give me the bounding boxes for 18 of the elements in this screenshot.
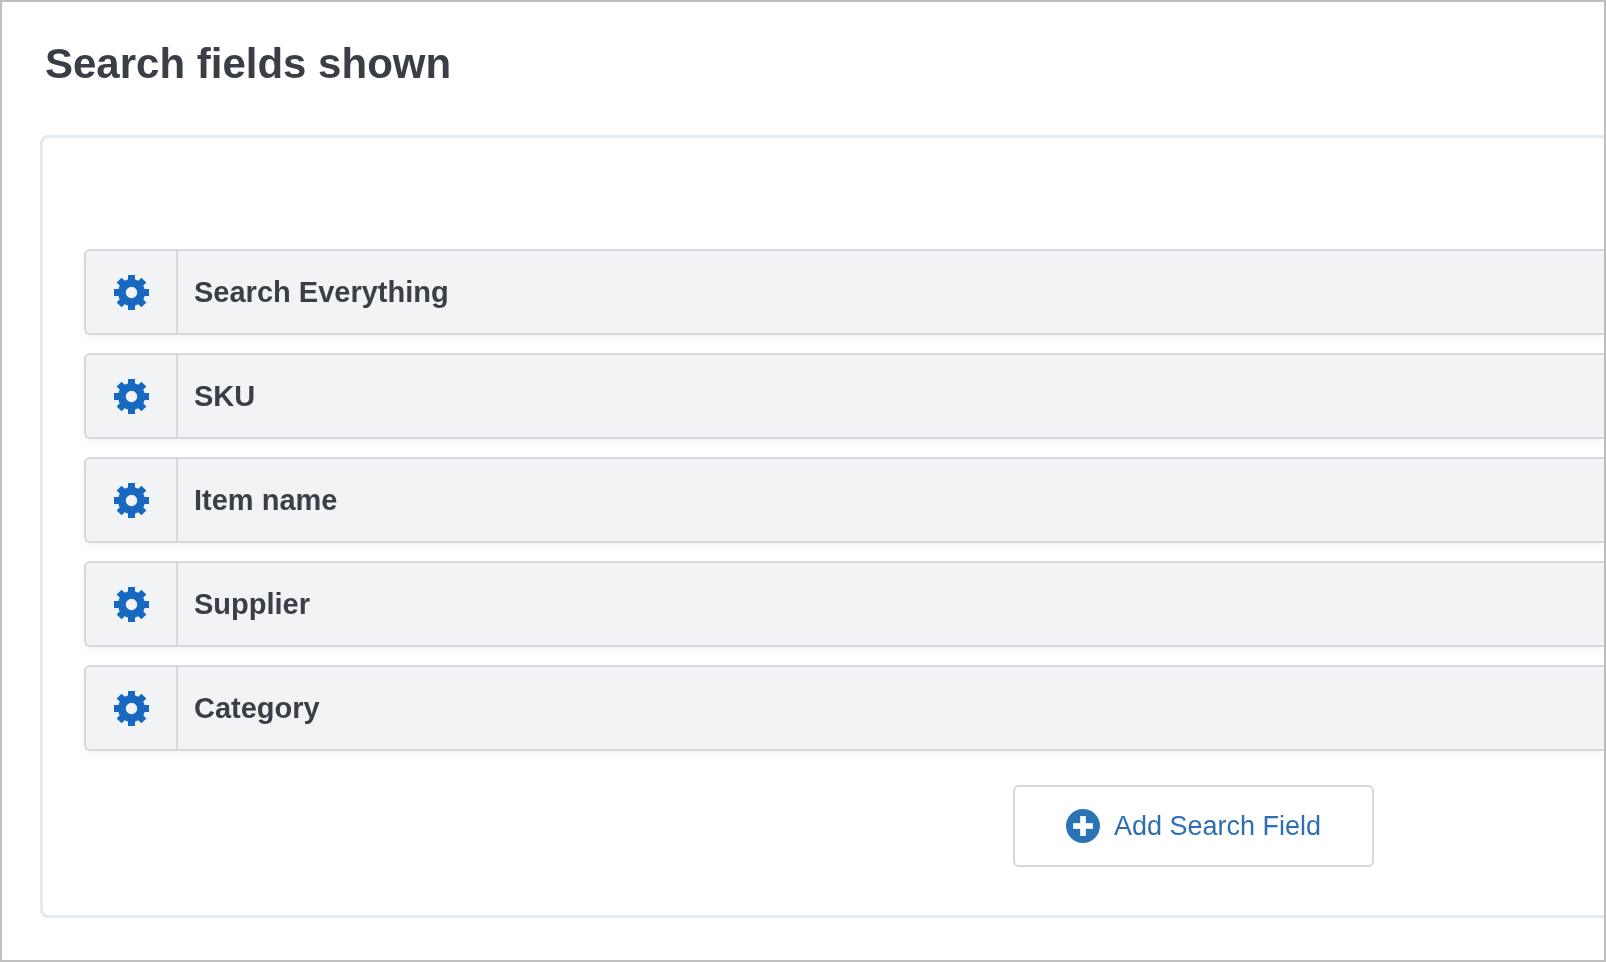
field-label: SKU	[194, 378, 256, 414]
gear-icon	[113, 690, 149, 726]
plus-circle-icon	[1065, 809, 1100, 843]
add-search-field-button[interactable]: Add Search Field	[1013, 785, 1374, 867]
field-label: Category	[194, 690, 320, 726]
search-field-row[interactable]: SKU	[84, 353, 1604, 439]
field-label: Item name	[194, 482, 338, 518]
search-field-row[interactable]: Search Everything	[84, 249, 1604, 335]
field-label: Supplier	[194, 586, 310, 622]
gear-icon	[113, 482, 149, 518]
gear-icon	[113, 274, 149, 310]
search-field-row[interactable]: Category	[84, 665, 1604, 751]
gear-icon	[113, 378, 149, 414]
page-title: Search fields shown	[45, 43, 452, 85]
gear-icon	[113, 586, 149, 622]
field-label: Search Everything	[194, 274, 449, 310]
search-field-row[interactable]: Item name	[84, 457, 1604, 543]
search-field-row[interactable]: Supplier	[84, 561, 1604, 647]
